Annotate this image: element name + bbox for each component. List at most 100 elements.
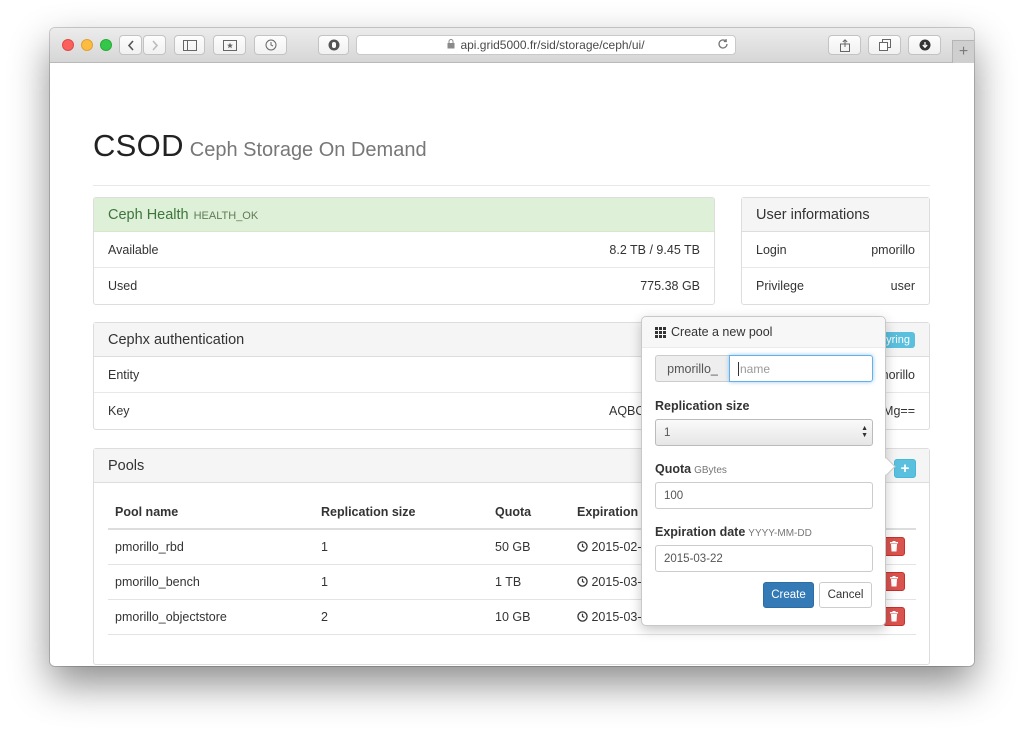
replication-size-label: Replication size (655, 399, 750, 413)
user-row-value: pmorillo (871, 242, 915, 257)
chevron-right-icon (151, 39, 158, 51)
clock-icon (577, 610, 588, 622)
clock-icon (577, 541, 588, 552)
replication-size-value: 1 (664, 426, 671, 439)
health-row-label: Available (108, 242, 159, 257)
expiration-format: YYYY-MM-DD (748, 528, 812, 539)
delete-pool-button[interactable] (883, 572, 905, 591)
health-row-label: Used (108, 279, 138, 293)
expiration-label-row: Expiration date YYYY-MM-DD (655, 525, 873, 539)
create-button[interactable]: Create (763, 582, 814, 608)
quota-label-row: Quota GBytes (655, 462, 873, 476)
reload-icon[interactable] (717, 38, 729, 53)
user-info-title: User informations (742, 198, 929, 232)
health-row-available: Available 8.2 TB / 9.45 TB (94, 232, 714, 268)
browser-window: api.grid5000.fr/sid/storage/ceph/ui/ + C… (50, 28, 974, 666)
address-bar[interactable]: api.grid5000.fr/sid/storage/ceph/ui/ (356, 35, 736, 55)
zoom-window-button[interactable] (100, 39, 112, 51)
delete-pool-button[interactable] (883, 607, 905, 626)
trash-icon (890, 611, 898, 622)
delete-pool-button[interactable] (883, 537, 905, 557)
ceph-health-panel: Ceph Health HEALTH_OK Available 8.2 TB /… (93, 197, 715, 305)
back-button[interactable] (119, 35, 142, 55)
tabs-icon (878, 39, 891, 51)
cephx-key-start: AQBC (609, 404, 645, 418)
popover-title: Create a new pool (671, 325, 773, 339)
downloads-button[interactable] (908, 35, 941, 55)
user-row-value: user (890, 279, 915, 293)
pool-quota: 1 TB (488, 564, 570, 600)
chevron-left-icon (127, 39, 134, 51)
brand-subtitle: Ceph Storage On Demand (189, 139, 427, 161)
ceph-health-title: Ceph Health (108, 206, 189, 223)
pool-quota: 10 GB (488, 599, 570, 635)
trash-icon (890, 576, 898, 587)
browser-toolbar: api.grid5000.fr/sid/storage/ceph/ui/ + (50, 28, 974, 63)
grid-icon (655, 326, 666, 338)
pool-name-input[interactable]: name (729, 355, 873, 382)
expiration-label: Expiration date (655, 525, 746, 539)
extension-shield-icon (328, 39, 339, 51)
new-tab-button[interactable]: + (952, 40, 974, 63)
quota-input[interactable]: 100 (655, 482, 873, 509)
url-text: api.grid5000.fr/sid/storage/ceph/ui/ (460, 38, 645, 52)
cephx-row-value: norillo (881, 367, 915, 382)
health-row-used: Used 775.38 GB (94, 268, 714, 304)
sidebar-toggle-button[interactable] (174, 35, 205, 55)
popover-header: Create a new pool (642, 317, 885, 348)
bookmarks-star-icon (222, 39, 237, 51)
cephx-key-end: Mg== (883, 404, 915, 418)
tabs-overview-button[interactable] (868, 35, 901, 55)
column-header-pool-name: Pool name (108, 495, 314, 530)
pool-name: pmorillo_objectstore (108, 599, 314, 635)
expiration-date-value: 2015-03-22 (664, 552, 723, 565)
ceph-health-heading: Ceph Health HEALTH_OK (94, 198, 714, 232)
sidebar-icon (182, 39, 197, 51)
clock-icon (577, 575, 588, 587)
select-arrows-icon: ▲ ▼ (861, 425, 868, 439)
pool-expiration: 2015-02- (591, 539, 642, 554)
forward-button[interactable] (143, 35, 166, 55)
user-row-login: Login pmorillo (742, 232, 929, 268)
user-row-privilege: Privilege user (742, 268, 929, 304)
health-row-value: 8.2 TB / 9.45 TB (609, 242, 700, 257)
column-header-quota: Quota (488, 495, 570, 530)
plus-icon: + (958, 43, 969, 60)
quota-value: 100 (664, 489, 684, 502)
bookmarks-button[interactable] (213, 35, 246, 55)
pool-name: pmorillo_rbd (108, 529, 314, 565)
pool-expiration: 2015-03- (591, 574, 642, 589)
add-pool-button[interactable]: + (894, 459, 916, 478)
cephx-row-label: Key (108, 404, 130, 418)
history-button[interactable] (254, 35, 287, 55)
create-pool-popover: Create a new pool pmorillo_ name Replica… (641, 316, 886, 626)
cancel-button[interactable]: Cancel (819, 582, 872, 608)
trash-icon (890, 541, 898, 552)
share-button[interactable] (828, 35, 861, 55)
download-icon (919, 39, 930, 51)
create-pool-form: pmorillo_ name Replication size 1 ▲ ▼ Quo… (655, 355, 873, 572)
health-status-badge: HEALTH_OK (193, 209, 259, 222)
close-window-button[interactable] (62, 39, 74, 51)
pool-expiration: 2015-03- (591, 609, 642, 624)
extension-button[interactable] (318, 35, 349, 55)
pool-name: pmorillo_bench (108, 564, 314, 600)
expiration-date-input[interactable]: 2015-03-22 (655, 545, 873, 572)
pool-replication: 2 (314, 599, 488, 635)
share-icon (839, 38, 850, 52)
user-info-panel: User informations Login pmorillo Privile… (741, 197, 930, 305)
quota-label: Quota (655, 462, 692, 476)
pool-replication: 1 (314, 564, 488, 600)
pool-replication: 1 (314, 529, 488, 565)
pool-name-input-group: pmorillo_ name (655, 355, 873, 382)
clock-icon (265, 39, 276, 51)
pool-name-prefix: pmorillo_ (655, 355, 729, 382)
plus-icon: + (900, 460, 910, 477)
brand-title: CSOD (93, 128, 184, 163)
replication-size-select[interactable]: 1 ▲ ▼ (655, 419, 873, 446)
health-row-value: 775.38 GB (640, 279, 700, 293)
minimize-window-button[interactable] (81, 39, 93, 51)
header-divider (93, 185, 930, 186)
pool-name-placeholder: name (740, 361, 771, 376)
text-cursor (738, 361, 739, 376)
